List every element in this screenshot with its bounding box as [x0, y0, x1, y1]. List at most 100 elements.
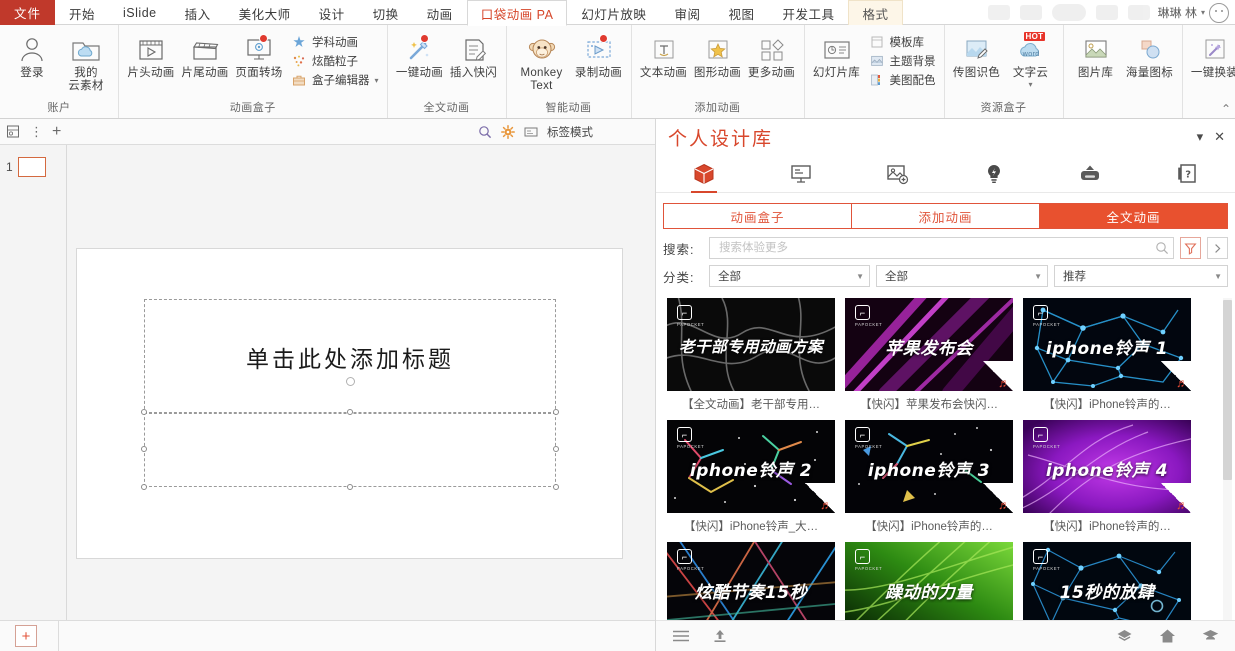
tab-insert[interactable]: 插入 [171, 0, 225, 25]
search-icon[interactable] [1155, 241, 1169, 255]
subtitle-placeholder[interactable] [144, 412, 556, 487]
ribbon-button-picture-library[interactable]: 图片库 [1070, 32, 1122, 81]
resize-handle-bc[interactable] [347, 484, 353, 490]
template-thumbnail[interactable]: ⌐ PAPOCKET 躁动的力量 [845, 542, 1013, 620]
panel-tab-cloud-save[interactable] [1042, 155, 1139, 193]
resize-handle-tl[interactable] [141, 409, 147, 415]
ribbon-button-slide-library[interactable]: 幻灯片库 [811, 32, 863, 81]
template-thumbnail[interactable]: ⌐ PAPOCKET 老干部专用动画方案 [667, 298, 835, 391]
panel-tab-help[interactable]: ? [1139, 155, 1235, 193]
panel-tab-presentation[interactable] [753, 155, 850, 193]
plus-icon[interactable]: + [52, 123, 61, 141]
template-thumbnail[interactable]: ⌐ PAPOCKET iphone铃声 3 ♬ [845, 420, 1013, 513]
tab-home[interactable]: 开始 [55, 0, 109, 25]
panel-tab-box[interactable] [656, 155, 753, 193]
list-item[interactable]: ⌐ PAPOCKET 15秒的放肆 [1023, 542, 1191, 620]
template-thumbnail[interactable]: ⌐ PAPOCKET 炫酷节奏15秒 [667, 542, 835, 620]
title-placeholder[interactable]: 单击此处添加标题 [144, 299, 556, 414]
ribbon-button-text-animation[interactable]: 文本动画 [638, 32, 690, 81]
list-item[interactable]: ⌐ PAPOCKET 炫酷节奏15秒 [667, 542, 835, 620]
template-thumbnail[interactable]: ⌐ PAPOCKET iphone铃声 2 ♬ [667, 420, 835, 513]
search-field-wrapper[interactable] [709, 237, 1174, 259]
list-item[interactable]: ⌐ PAPOCKET iphone铃声 2 ♬ 【快闪】iPhone铃声_大… [667, 420, 835, 534]
tab-pocket-animation[interactable]: 口袋动画 PA [466, 0, 568, 26]
chevron-down-icon[interactable]: ▼ [1214, 272, 1222, 281]
resize-handle-tc[interactable] [347, 409, 353, 415]
tab-animations[interactable]: 动画 [413, 0, 467, 25]
resize-handle-ml[interactable] [141, 446, 147, 452]
chevron-down-icon[interactable]: ▾ [1197, 129, 1204, 145]
chevron-up-icon[interactable]: ⌃ [1221, 102, 1231, 116]
ribbon-button-login[interactable]: 登录 [6, 32, 58, 81]
resize-handle-bl[interactable] [141, 484, 147, 490]
resize-handle-mr[interactable] [553, 446, 559, 452]
chevron-right-icon[interactable] [1207, 237, 1228, 259]
magnify-gear-icon[interactable] [478, 125, 492, 139]
ribbon-button-word-cloud[interactable]: word HOT 文字云 ▾ [1005, 32, 1057, 90]
template-thumbnail[interactable]: ⌐ PAPOCKET iphone铃声 4 ♬ [1023, 420, 1191, 513]
list-item[interactable]: ⌐ PAPOCKET 苹果发布会 ♬ 【快闪】苹果发布会快闪… [845, 298, 1013, 412]
label-mode-text[interactable]: 标签模式 [547, 124, 593, 140]
template-thumbnail[interactable]: ⌐ PAPOCKET iphone铃声 1 ♬ [1023, 298, 1191, 391]
scrollbar-thumb[interactable] [1223, 300, 1232, 480]
upload-icon[interactable] [712, 628, 728, 644]
tab-review[interactable]: 审阅 [660, 0, 714, 25]
slide-outline-icon[interactable] [6, 124, 21, 139]
thumbnail-preview[interactable] [17, 157, 46, 177]
template-grid-scroll-area[interactable]: ⌐ PAPOCKET 老干部专用动画方案 【全文动画】老干部专用… ⌐ PAPO… [656, 298, 1235, 620]
list-item[interactable]: ⌐ PAPOCKET iphone铃声 1 ♬ 【快闪】iPhone铃声的… [1023, 298, 1191, 412]
chevron-down-icon[interactable]: ▾ [375, 76, 379, 85]
ribbon-button-template-library[interactable]: 模板库 [869, 34, 936, 50]
ribbon-button-one-click-animation[interactable]: 一键动画 [394, 32, 446, 81]
ribbon-button-my-cloud-assets[interactable]: 我的 云素材 [60, 32, 112, 94]
ribbon-button-outro-animation[interactable]: 片尾动画 [179, 32, 231, 81]
tab-developer[interactable]: 开发工具 [768, 0, 848, 25]
sort-select[interactable]: 推荐 ▼ [1054, 265, 1228, 287]
funnel-icon[interactable] [1180, 237, 1201, 259]
resize-handle-br[interactable] [553, 484, 559, 490]
tab-slideshow[interactable]: 幻灯片放映 [567, 0, 660, 25]
segment-animation-box[interactable]: 动画盒子 [664, 204, 852, 228]
sync-icon[interactable] [1116, 628, 1133, 645]
tab-islide[interactable]: iSlide [109, 0, 171, 25]
ribbon-button-image-color-pick[interactable]: 传图识色 [951, 32, 1003, 81]
ribbon-button-shape-animation[interactable]: 图形动画 [692, 32, 744, 81]
template-thumbnail[interactable]: ⌐ PAPOCKET 苹果发布会 ♬ [845, 298, 1013, 391]
chevron-down-icon[interactable]: ▼ [1034, 272, 1042, 281]
ribbon-button-image-palette[interactable]: 美图配色 [869, 72, 936, 88]
ribbon-button-one-click-reskin[interactable]: 一键换装 [1189, 32, 1235, 81]
add-slide-button[interactable]: + [15, 625, 37, 647]
ribbon-button-more-animation[interactable]: 更多动画 [746, 32, 798, 81]
slide-thumbnail-pane[interactable]: 1 [0, 145, 67, 620]
label-mode-icon[interactable] [524, 126, 538, 138]
ribbon-button-monkey-text[interactable]: Monkey Text [513, 32, 571, 94]
segment-add-animation[interactable]: 添加动画 [852, 204, 1040, 228]
list-item[interactable]: ⌐ PAPOCKET iphone铃声 4 ♬ 【快闪】iPhone铃声的… [1023, 420, 1191, 534]
ribbon-button-insert-flash[interactable]: 插入快闪 [448, 32, 500, 81]
ribbon-button-page-transition[interactable]: 页面转场 [233, 32, 285, 81]
tab-format[interactable]: 格式 [848, 0, 903, 26]
settings-gear-icon[interactable] [501, 124, 515, 139]
ribbon-button-box-editor[interactable]: 盒子编辑器 ▾ [291, 72, 379, 88]
rotation-handle[interactable] [346, 377, 355, 386]
slide-surface[interactable]: 单击此处添加标题 [76, 248, 623, 559]
panel-tab-image-add[interactable] [849, 155, 946, 193]
slide-canvas-area[interactable]: 单击此处添加标题 [67, 145, 655, 620]
tab-view[interactable]: 视图 [714, 0, 768, 25]
thumbnail-item-1[interactable]: 1 [0, 157, 66, 177]
resize-handle-tr[interactable] [553, 409, 559, 415]
user-account-area[interactable]: 琳琳 林 ▾ [1158, 0, 1235, 25]
chevron-down-icon[interactable]: ▾ [1029, 80, 1033, 89]
chevron-down-icon[interactable]: ▼ [856, 272, 864, 281]
search-input[interactable] [717, 241, 1155, 255]
close-icon[interactable]: ✕ [1214, 129, 1225, 145]
template-thumbnail[interactable]: ⌐ PAPOCKET 15秒的放肆 [1023, 542, 1191, 620]
tab-meihua[interactable]: 美化大师 [225, 0, 305, 25]
ribbon-button-record-animation[interactable]: 录制动画 [573, 32, 625, 81]
drag-dots-icon[interactable]: ⋮ [30, 124, 43, 140]
category-select-2[interactable]: 全部 ▼ [876, 265, 1048, 287]
list-item[interactable]: ⌐ PAPOCKET 老干部专用动画方案 【全文动画】老干部专用… [667, 298, 835, 412]
chevron-down-icon[interactable]: ▾ [1201, 8, 1205, 17]
tab-transitions[interactable]: 切换 [359, 0, 413, 25]
tab-file[interactable]: 文件 [0, 0, 56, 25]
